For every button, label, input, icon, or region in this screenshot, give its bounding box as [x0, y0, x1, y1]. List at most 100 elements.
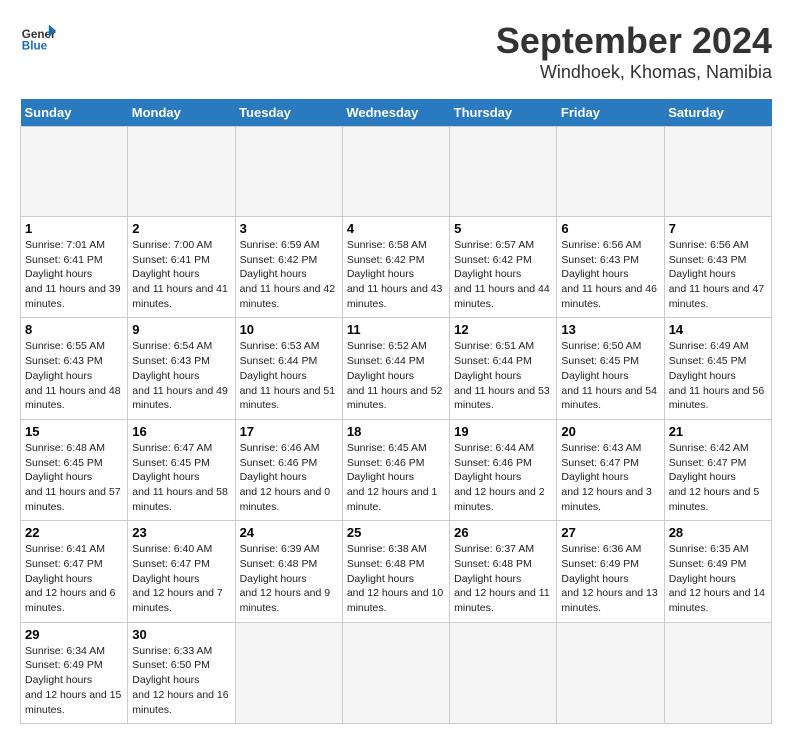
day-number: 20 — [561, 424, 659, 439]
day-info: Sunrise: 6:57 AM Sunset: 6:42 PM Dayligh… — [454, 238, 552, 311]
day-info: Sunrise: 6:47 AM Sunset: 6:45 PM Dayligh… — [132, 441, 230, 514]
day-number: 14 — [669, 322, 767, 337]
day-number: 2 — [132, 221, 230, 236]
day-info: Sunrise: 6:59 AM Sunset: 6:42 PM Dayligh… — [240, 238, 338, 311]
header-cell-saturday: Saturday — [664, 99, 771, 127]
header-cell-friday: Friday — [557, 99, 664, 127]
day-info: Sunrise: 6:58 AM Sunset: 6:42 PM Dayligh… — [347, 238, 445, 311]
header-cell-monday: Monday — [128, 99, 235, 127]
calendar-cell: 3 Sunrise: 6:59 AM Sunset: 6:42 PM Dayli… — [235, 217, 342, 318]
calendar-cell: 7 Sunrise: 6:56 AM Sunset: 6:43 PM Dayli… — [664, 217, 771, 318]
calendar-cell: 26 Sunrise: 6:37 AM Sunset: 6:48 PM Dayl… — [450, 521, 557, 622]
day-number: 10 — [240, 322, 338, 337]
calendar-cell: 9 Sunrise: 6:54 AM Sunset: 6:43 PM Dayli… — [128, 318, 235, 419]
calendar-cell: 5 Sunrise: 6:57 AM Sunset: 6:42 PM Dayli… — [450, 217, 557, 318]
day-info: Sunrise: 7:00 AM Sunset: 6:41 PM Dayligh… — [132, 238, 230, 311]
page-header: General Blue September 2024 Windhoek, Kh… — [20, 20, 772, 83]
day-number: 21 — [669, 424, 767, 439]
day-number: 25 — [347, 525, 445, 540]
calendar-cell: 29 Sunrise: 6:34 AM Sunset: 6:49 PM Dayl… — [21, 622, 128, 723]
calendar-table: SundayMondayTuesdayWednesdayThursdayFrid… — [20, 99, 772, 724]
day-number: 26 — [454, 525, 552, 540]
location-title: Windhoek, Khomas, Namibia — [496, 62, 772, 83]
day-number: 27 — [561, 525, 659, 540]
day-number: 8 — [25, 322, 123, 337]
calendar-cell: 30 Sunrise: 6:33 AM Sunset: 6:50 PM Dayl… — [128, 622, 235, 723]
day-info: Sunrise: 6:51 AM Sunset: 6:44 PM Dayligh… — [454, 339, 552, 412]
calendar-cell — [342, 127, 449, 217]
calendar-cell — [557, 622, 664, 723]
day-info: Sunrise: 6:46 AM Sunset: 6:46 PM Dayligh… — [240, 441, 338, 514]
calendar-cell: 27 Sunrise: 6:36 AM Sunset: 6:49 PM Dayl… — [557, 521, 664, 622]
svg-text:Blue: Blue — [22, 40, 48, 53]
calendar-cell: 21 Sunrise: 6:42 AM Sunset: 6:47 PM Dayl… — [664, 419, 771, 520]
calendar-cell — [235, 622, 342, 723]
day-number: 15 — [25, 424, 123, 439]
calendar-body: 1 Sunrise: 7:01 AM Sunset: 6:41 PM Dayli… — [21, 127, 772, 724]
day-info: Sunrise: 6:56 AM Sunset: 6:43 PM Dayligh… — [669, 238, 767, 311]
calendar-cell — [342, 622, 449, 723]
calendar-cell: 1 Sunrise: 7:01 AM Sunset: 6:41 PM Dayli… — [21, 217, 128, 318]
week-row-5: 29 Sunrise: 6:34 AM Sunset: 6:49 PM Dayl… — [21, 622, 772, 723]
day-number: 29 — [25, 627, 123, 642]
day-number: 6 — [561, 221, 659, 236]
calendar-cell: 28 Sunrise: 6:35 AM Sunset: 6:49 PM Dayl… — [664, 521, 771, 622]
day-info: Sunrise: 6:44 AM Sunset: 6:46 PM Dayligh… — [454, 441, 552, 514]
calendar-cell: 25 Sunrise: 6:38 AM Sunset: 6:48 PM Dayl… — [342, 521, 449, 622]
header-cell-thursday: Thursday — [450, 99, 557, 127]
calendar-cell: 12 Sunrise: 6:51 AM Sunset: 6:44 PM Dayl… — [450, 318, 557, 419]
day-number: 4 — [347, 221, 445, 236]
day-info: Sunrise: 6:43 AM Sunset: 6:47 PM Dayligh… — [561, 441, 659, 514]
day-info: Sunrise: 6:48 AM Sunset: 6:45 PM Dayligh… — [25, 441, 123, 514]
calendar-cell: 22 Sunrise: 6:41 AM Sunset: 6:47 PM Dayl… — [21, 521, 128, 622]
day-info: Sunrise: 6:56 AM Sunset: 6:43 PM Dayligh… — [561, 238, 659, 311]
day-number: 16 — [132, 424, 230, 439]
day-info: Sunrise: 6:53 AM Sunset: 6:44 PM Dayligh… — [240, 339, 338, 412]
calendar-cell: 11 Sunrise: 6:52 AM Sunset: 6:44 PM Dayl… — [342, 318, 449, 419]
day-info: Sunrise: 6:41 AM Sunset: 6:47 PM Dayligh… — [25, 542, 123, 615]
day-info: Sunrise: 7:01 AM Sunset: 6:41 PM Dayligh… — [25, 238, 123, 311]
day-info: Sunrise: 6:38 AM Sunset: 6:48 PM Dayligh… — [347, 542, 445, 615]
calendar-cell — [21, 127, 128, 217]
day-number: 7 — [669, 221, 767, 236]
title-section: September 2024 Windhoek, Khomas, Namibia — [496, 20, 772, 83]
header-cell-wednesday: Wednesday — [342, 99, 449, 127]
week-row-4: 22 Sunrise: 6:41 AM Sunset: 6:47 PM Dayl… — [21, 521, 772, 622]
day-number: 19 — [454, 424, 552, 439]
calendar-cell — [450, 622, 557, 723]
logo-icon: General Blue — [20, 20, 56, 56]
day-info: Sunrise: 6:49 AM Sunset: 6:45 PM Dayligh… — [669, 339, 767, 412]
day-info: Sunrise: 6:45 AM Sunset: 6:46 PM Dayligh… — [347, 441, 445, 514]
header-row: SundayMondayTuesdayWednesdayThursdayFrid… — [21, 99, 772, 127]
day-info: Sunrise: 6:50 AM Sunset: 6:45 PM Dayligh… — [561, 339, 659, 412]
day-info: Sunrise: 6:55 AM Sunset: 6:43 PM Dayligh… — [25, 339, 123, 412]
calendar-cell: 15 Sunrise: 6:48 AM Sunset: 6:45 PM Dayl… — [21, 419, 128, 520]
calendar-cell: 8 Sunrise: 6:55 AM Sunset: 6:43 PM Dayli… — [21, 318, 128, 419]
calendar-cell: 19 Sunrise: 6:44 AM Sunset: 6:46 PM Dayl… — [450, 419, 557, 520]
day-info: Sunrise: 6:42 AM Sunset: 6:47 PM Dayligh… — [669, 441, 767, 514]
logo: General Blue — [20, 20, 56, 56]
day-info: Sunrise: 6:33 AM Sunset: 6:50 PM Dayligh… — [132, 644, 230, 717]
calendar-cell — [664, 622, 771, 723]
week-row-2: 8 Sunrise: 6:55 AM Sunset: 6:43 PM Dayli… — [21, 318, 772, 419]
day-number: 9 — [132, 322, 230, 337]
day-info: Sunrise: 6:54 AM Sunset: 6:43 PM Dayligh… — [132, 339, 230, 412]
calendar-cell: 10 Sunrise: 6:53 AM Sunset: 6:44 PM Dayl… — [235, 318, 342, 419]
calendar-cell — [128, 127, 235, 217]
calendar-cell: 14 Sunrise: 6:49 AM Sunset: 6:45 PM Dayl… — [664, 318, 771, 419]
calendar-cell — [557, 127, 664, 217]
day-number: 18 — [347, 424, 445, 439]
month-title: September 2024 — [496, 20, 772, 62]
calendar-cell: 23 Sunrise: 6:40 AM Sunset: 6:47 PM Dayl… — [128, 521, 235, 622]
day-number: 1 — [25, 221, 123, 236]
calendar-cell: 6 Sunrise: 6:56 AM Sunset: 6:43 PM Dayli… — [557, 217, 664, 318]
day-number: 5 — [454, 221, 552, 236]
week-row-1: 1 Sunrise: 7:01 AM Sunset: 6:41 PM Dayli… — [21, 217, 772, 318]
day-number: 22 — [25, 525, 123, 540]
calendar-header: SundayMondayTuesdayWednesdayThursdayFrid… — [21, 99, 772, 127]
day-number: 3 — [240, 221, 338, 236]
calendar-cell: 16 Sunrise: 6:47 AM Sunset: 6:45 PM Dayl… — [128, 419, 235, 520]
day-number: 17 — [240, 424, 338, 439]
day-number: 11 — [347, 322, 445, 337]
week-row-0 — [21, 127, 772, 217]
